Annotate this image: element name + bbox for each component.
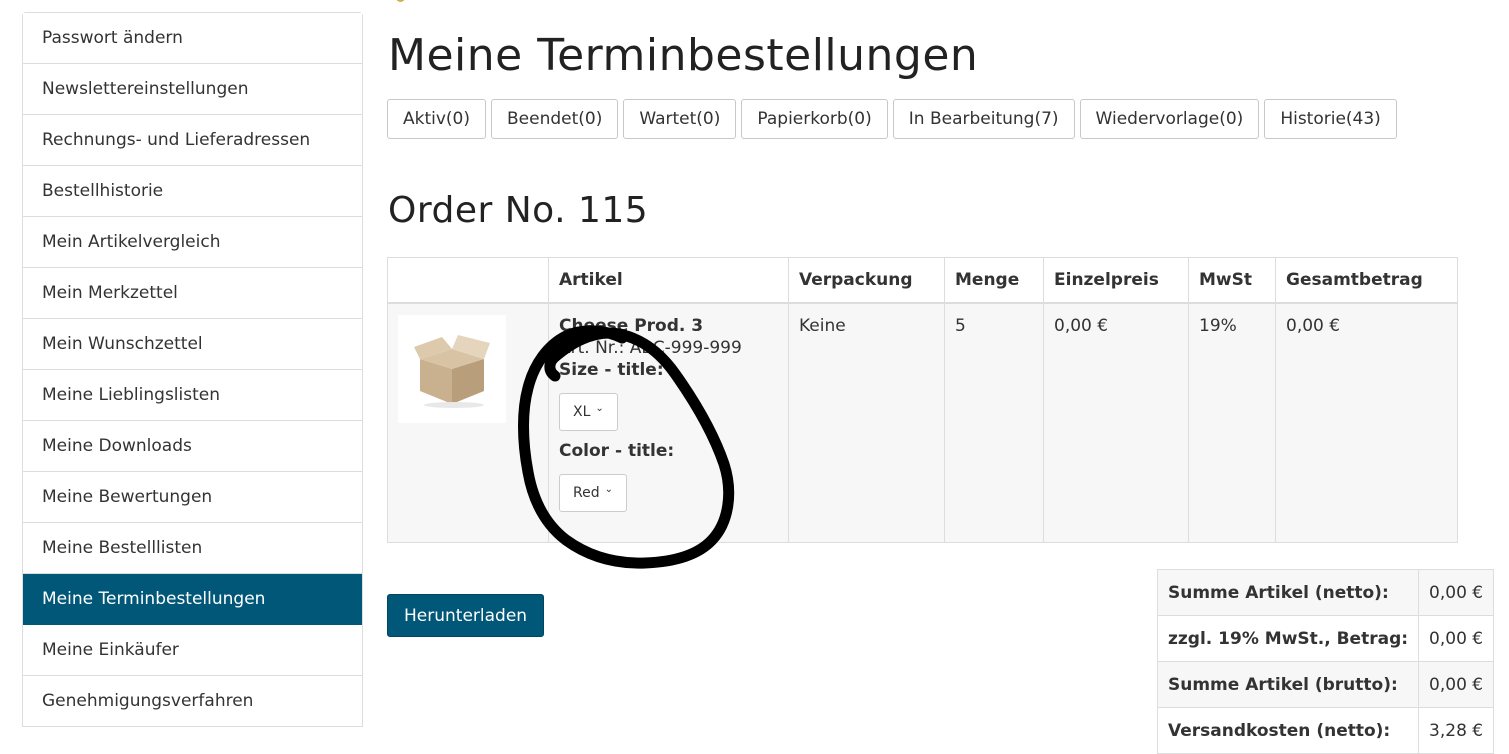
sidebar-item-label: Mein Wunschzettel (42, 334, 203, 354)
summary-label: Summe Artikel (netto): (1156, 569, 1420, 616)
article-number: Art. Nr.: ABC-999-999 (559, 338, 742, 358)
artikel-cell: Cheese Prod. 3 Art. Nr.: ABC-999-999 Siz… (548, 302, 789, 543)
sidebar-item-bestelllisten[interactable]: Meine Bestelllisten (23, 523, 362, 574)
sidebar-item-wunschzettel[interactable]: Mein Wunschzettel (23, 319, 362, 370)
tab-wiedervorlage[interactable]: Wiedervorlage(0) (1079, 99, 1260, 139)
size-label: Size - title: (559, 360, 664, 380)
tab-aktiv[interactable]: Aktiv(0) (387, 99, 487, 139)
account-sidebar: Passwort ändern Newslettereinstellungen … (22, 12, 363, 727)
sidebar-item-lieblingslisten[interactable]: Meine Lieblingslisten (23, 370, 362, 421)
verpackung-cell: Keine (788, 302, 945, 543)
size-value: XL (573, 404, 591, 420)
sidebar-item-label: Meine Bewertungen (42, 487, 213, 507)
sidebar-item-passwort[interactable]: Passwort ändern (23, 13, 362, 64)
summary-row: zzgl. 19% MwSt., Betrag: 0,00 € (1156, 615, 1495, 662)
size-select[interactable]: XL ⌄ (559, 393, 618, 431)
sidebar-item-label: Mein Artikelvergleich (42, 232, 221, 252)
product-name[interactable]: Cheese Prod. 3 (559, 316, 778, 336)
product-image-cell (387, 302, 549, 543)
gesamtbetrag-cell: 0,00 € (1275, 302, 1458, 543)
table-row: Cheese Prod. 3 Art. Nr.: ABC-999-999 Siz… (387, 302, 1458, 543)
sidebar-item-terminbestellungen[interactable]: Meine Terminbestellungen (23, 574, 362, 625)
summary-row: Summe Artikel (brutto): 0,00 € (1156, 661, 1495, 708)
download-button[interactable]: Herunterladen (387, 594, 545, 637)
sidebar-item-genehmigungsverfahren[interactable]: Genehmigungsverfahren (23, 676, 362, 727)
cardboard-box-icon (414, 335, 490, 408)
summary-value: 0,00 € (1418, 615, 1495, 662)
sidebar-item-label: Meine Einkäufer (42, 640, 179, 660)
sidebar-item-label: Meine Bestelllisten (42, 538, 203, 558)
sidebar-item-artikelvergleich[interactable]: Mein Artikelvergleich (23, 217, 362, 268)
sidebar-item-label: Mein Merkzettel (42, 283, 178, 303)
summary-value: 0,00 € (1418, 569, 1495, 616)
product-image[interactable] (398, 315, 506, 423)
col-header-mwst: MwSt (1188, 257, 1276, 304)
color-value: Red (573, 485, 600, 501)
col-header-image (387, 257, 549, 304)
col-header-artikel: Artikel (548, 257, 789, 304)
top-indicator (396, 0, 405, 2)
sidebar-item-label: Newslettereinstellungen (42, 79, 249, 99)
summary-label: zzgl. 19% MwSt., Betrag: (1156, 615, 1420, 662)
sidebar-item-downloads[interactable]: Meine Downloads (23, 421, 362, 472)
tab-historie[interactable]: Historie(43) (1264, 99, 1397, 139)
summary-row: Versandkosten (netto): 3,28 € (1156, 707, 1495, 754)
color-label: Color - title: (559, 441, 675, 461)
menge-cell: 5 (944, 302, 1044, 543)
summary-label: Summe Artikel (brutto): (1156, 661, 1420, 708)
einzelpreis-cell: 0,00 € (1043, 302, 1189, 543)
chevron-down-icon: ⌄ (595, 402, 604, 414)
tab-beendet[interactable]: Beendet(0) (491, 99, 619, 139)
status-tabs: Aktiv(0) Beendet(0) Wartet(0) Papierkorb… (387, 99, 1402, 139)
sidebar-item-label: Meine Terminbestellungen (42, 589, 266, 609)
sidebar-item-merkzettel[interactable]: Mein Merkzettel (23, 268, 362, 319)
chevron-down-icon: ⌄ (604, 483, 613, 495)
summary-table: Summe Artikel (netto): 0,00 € zzgl. 19% … (1156, 569, 1495, 754)
mwst-cell: 19% (1188, 302, 1276, 543)
summary-value: 0,00 € (1418, 661, 1495, 708)
table-header-row: Artikel Verpackung Menge Einzelpreis MwS… (387, 257, 1458, 304)
tab-wartet[interactable]: Wartet(0) (623, 99, 737, 139)
sidebar-item-bewertungen[interactable]: Meine Bewertungen (23, 472, 362, 523)
sidebar-item-einkaeufer[interactable]: Meine Einkäufer (23, 625, 362, 676)
col-header-einzelpreis: Einzelpreis (1043, 257, 1189, 304)
sidebar-item-label: Meine Downloads (42, 436, 192, 456)
summary-row: Summe Artikel (netto): 0,00 € (1156, 569, 1495, 616)
sidebar-item-label: Bestellhistorie (42, 181, 164, 201)
order-table: Artikel Verpackung Menge Einzelpreis MwS… (387, 257, 1458, 543)
page-title: Meine Terminbestellungen (388, 30, 979, 81)
sidebar-item-label: Passwort ändern (42, 28, 183, 48)
sidebar-item-newsletter[interactable]: Newslettereinstellungen (23, 64, 362, 115)
summary-label: Versandkosten (netto): (1156, 707, 1420, 754)
col-header-menge: Menge (944, 257, 1044, 304)
tab-papierkorb[interactable]: Papierkorb(0) (741, 99, 888, 139)
color-select[interactable]: Red ⌄ (559, 474, 627, 512)
tab-in-bearbeitung[interactable]: In Bearbeitung(7) (892, 99, 1075, 139)
order-title: Order No. 115 (388, 190, 649, 231)
sidebar-item-label: Genehmigungsverfahren (42, 691, 254, 711)
col-header-verpackung: Verpackung (788, 257, 945, 304)
sidebar-item-adressen[interactable]: Rechnungs- und Lieferadressen (23, 115, 362, 166)
col-header-gesamtbetrag: Gesamtbetrag (1275, 257, 1458, 304)
sidebar-item-label: Rechnungs- und Lieferadressen (42, 130, 311, 150)
summary-value: 3,28 € (1418, 707, 1495, 754)
sidebar-item-label: Meine Lieblingslisten (42, 385, 221, 405)
sidebar-item-bestellhistorie[interactable]: Bestellhistorie (23, 166, 362, 217)
